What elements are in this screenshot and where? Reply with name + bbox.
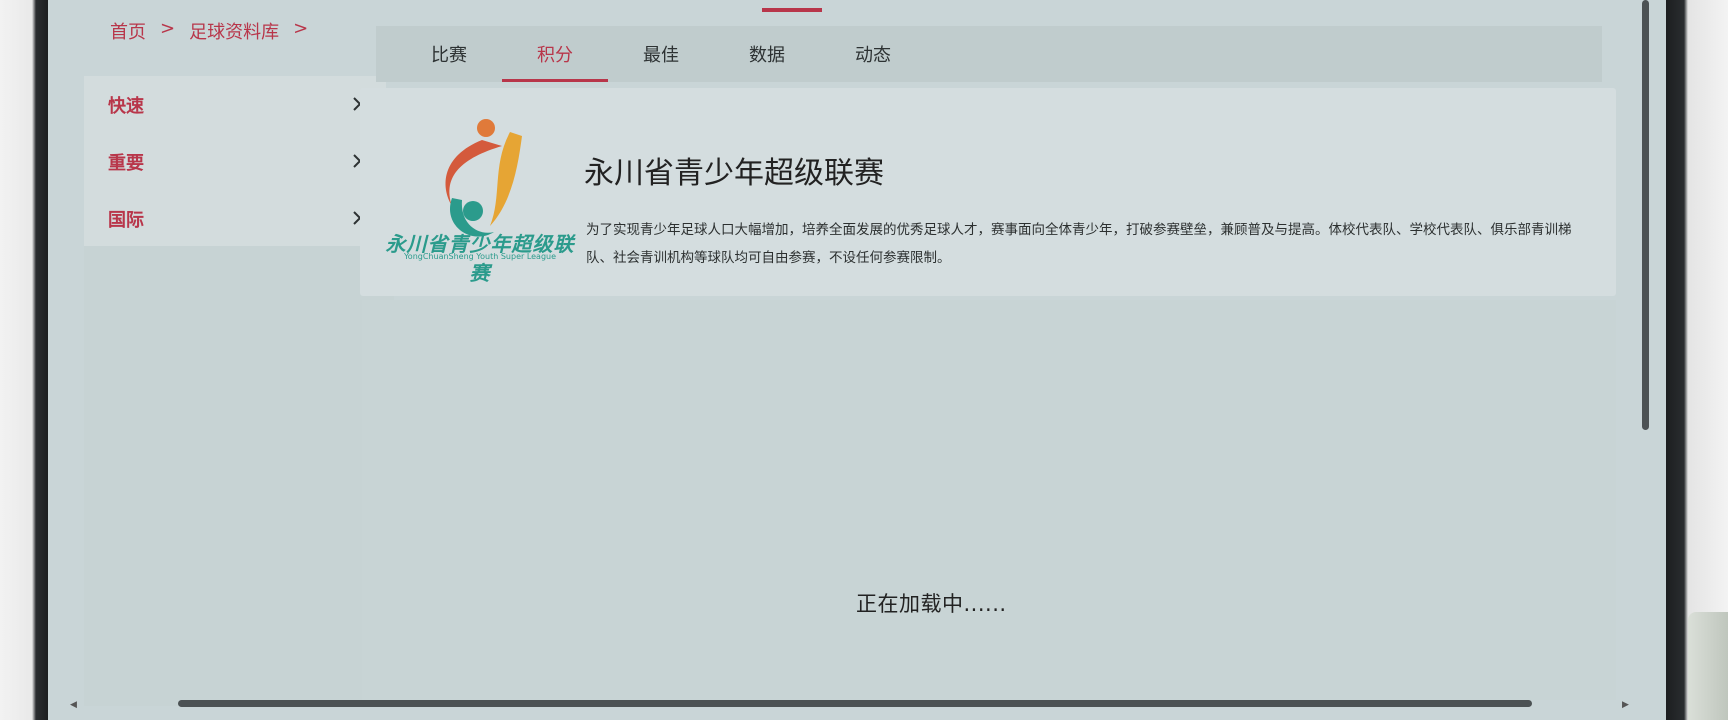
- tab-standings[interactable]: 积分: [502, 26, 608, 82]
- menu-item-quick[interactable]: 快速: [84, 76, 386, 133]
- background-object: [1688, 612, 1728, 720]
- breadcrumb-home-link[interactable]: 首页: [110, 18, 146, 44]
- scroll-right-arrow-icon[interactable]: ▶: [1622, 700, 1629, 710]
- tab-news[interactable]: 动态: [820, 26, 926, 82]
- tab-matches[interactable]: 比赛: [396, 26, 502, 82]
- menu-item-label: 重要: [108, 152, 144, 174]
- menu-item-label: 国际: [108, 209, 144, 231]
- scroll-left-arrow-icon[interactable]: ◀: [70, 700, 77, 710]
- vertical-scrollbar-thumb[interactable]: [1642, 0, 1649, 430]
- league-info-card: 永川省青少年超级联赛 YongChuanSheng Youth Super Le…: [360, 88, 1616, 296]
- breadcrumb: 首页 > 足球资料库 >: [110, 18, 308, 44]
- breadcrumb-separator: >: [293, 18, 309, 39]
- menu-item-label: 快速: [108, 95, 144, 117]
- breadcrumb-library-link[interactable]: 足球资料库: [189, 18, 279, 44]
- league-logo-subtext: YongChuanSheng Youth Super League: [403, 252, 557, 261]
- league-tabs: 比赛 积分 最佳 数据 动态: [376, 26, 1602, 82]
- loading-indicator: 正在加载中......: [856, 592, 1007, 616]
- league-description: 为了实现青少年足球人口大幅增加，培养全面发展的优秀足球人才，赛事面向全体青少年，…: [586, 222, 1572, 266]
- monitor-bezel-left: [0, 0, 48, 720]
- tab-stats[interactable]: 数据: [714, 26, 820, 82]
- left-column-background: [84, 246, 394, 706]
- category-menu: 快速 重要 国际: [84, 76, 386, 246]
- tab-best[interactable]: 最佳: [608, 26, 714, 82]
- breadcrumb-separator: >: [160, 18, 176, 39]
- standings-content-area: [362, 300, 1616, 700]
- menu-item-international[interactable]: 国际: [84, 190, 386, 247]
- horizontal-scrollbar-thumb[interactable]: [178, 700, 1532, 707]
- league-title: 永川省青少年超级联赛: [584, 156, 884, 191]
- menu-item-important[interactable]: 重要: [84, 133, 386, 190]
- top-nav-indicator: [762, 8, 822, 12]
